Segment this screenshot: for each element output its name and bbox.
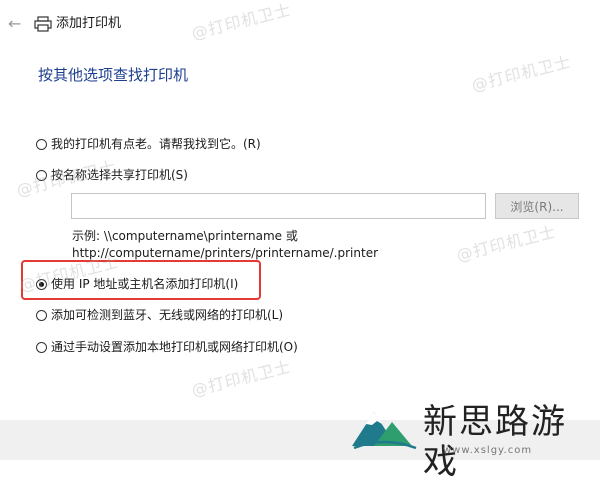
logo-url: www.xslgy.com — [443, 445, 533, 456]
shared-printer-name-input[interactable] — [71, 193, 486, 219]
logo-text: 新思路游戏 — [423, 402, 567, 482]
option-old-printer[interactable]: 我的打印机有点老。请帮我找到它。(R) — [36, 135, 261, 153]
watermark: @打印机卫士 — [469, 51, 574, 96]
option-manual-setup[interactable]: 通过手动设置添加本地打印机或网络打印机(O) — [36, 338, 298, 356]
radio-old-printer[interactable] — [36, 138, 47, 150]
radio-manual-setup[interactable] — [36, 341, 47, 353]
printer-icon — [34, 16, 52, 32]
back-arrow-icon[interactable]: ← — [8, 14, 21, 34]
option-old-printer-label: 我的打印机有点老。请帮我找到它。(R) — [51, 137, 261, 151]
option-manual-setup-label: 通过手动设置添加本地打印机或网络打印机(O) — [51, 340, 298, 354]
mountain-logo-icon — [352, 412, 417, 450]
window-title: 添加打印机 — [56, 16, 122, 31]
watermark: @打印机卫士 — [189, 356, 294, 401]
example-text-line1: 示例: \\computername\printername 或 — [72, 229, 298, 243]
page-heading: 按其他选项查找打印机 — [38, 66, 189, 84]
site-logo: 新思路游戏 www.xslgy.com — [348, 398, 598, 482]
title-bar: ← 添加打印机 — [0, 0, 600, 48]
browse-button[interactable]: 浏览(R)... — [495, 193, 579, 219]
watermark: @打印机卫士 — [454, 221, 559, 266]
option-bluetooth-wireless[interactable]: 添加可检测到蓝牙、无线或网络的打印机(L) — [36, 306, 283, 324]
option-bluetooth-wireless-label: 添加可检测到蓝牙、无线或网络的打印机(L) — [51, 308, 284, 322]
radio-bluetooth-wireless[interactable] — [36, 309, 47, 321]
